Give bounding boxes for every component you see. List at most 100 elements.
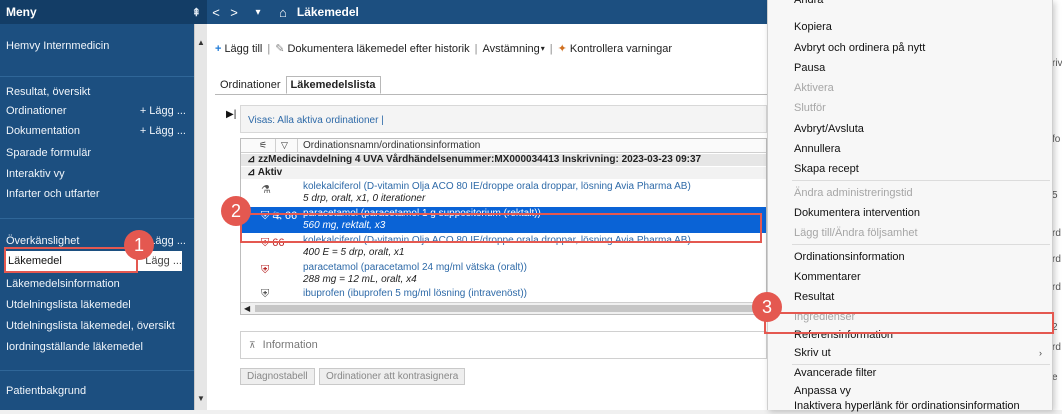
truncated-text: rd — [1052, 254, 1061, 265]
menu-item-skapa-recept[interactable]: Skapa recept — [794, 161, 859, 177]
document-history-button[interactable]: Dokumentera läkemedel efter historik — [287, 43, 469, 55]
sidebar-item-iordningstallande[interactable]: Iordningställande läkemedel — [6, 337, 186, 357]
column-icon-header[interactable]: ⚟ — [259, 140, 267, 151]
menu-item-kopiera[interactable]: Kopiera — [794, 19, 832, 35]
menu-item-avbryt-ordinera[interactable]: Avbryt och ordinera på nytt — [794, 40, 925, 56]
scroll-up-icon[interactable]: ▲ — [195, 36, 207, 50]
page-title: Läkemedel — [296, 5, 359, 19]
sidebar-item-label: Resultat, översikt — [6, 86, 91, 98]
collapse-icon[interactable]: ⊼ — [249, 340, 256, 350]
divider: | — [267, 42, 271, 55]
medication-icon: ⛨ — [261, 288, 270, 300]
chevron-down-icon[interactable]: ▾ — [541, 44, 545, 53]
filter-bar[interactable]: Visas: Alla aktiva ordinationer | — [240, 105, 767, 133]
home-icon[interactable]: ⌂ — [279, 5, 287, 20]
scroll-down-icon[interactable]: ▼ — [195, 392, 207, 406]
encounter-group-row[interactable]: ⊿ zzMedicinavdelning 4 UVA Vårdhändelsen… — [241, 154, 766, 166]
menu-item-dokumentera-intervention[interactable]: Dokumentera intervention — [794, 205, 920, 221]
diagnosis-table-button[interactable]: Diagnostabell — [240, 368, 315, 385]
menu-item-anpassa-vy[interactable]: Anpassa vy — [794, 383, 851, 399]
sidebar-item-resultat[interactable]: Resultat, översikt — [6, 82, 186, 102]
scroll-left-icon[interactable]: ◀ — [244, 304, 250, 313]
menu-item-slutfor[interactable]: Slutför — [794, 100, 826, 116]
table-row[interactable]: ⛨ paracetamol (paracetamol 24 mg/ml väts… — [241, 261, 766, 287]
menu-item-label: Skriv ut — [794, 347, 831, 359]
chevron-right-icon: › — [1039, 348, 1042, 358]
column-header-name[interactable]: Ordinationsnamn/ordinationsinformation — [303, 140, 480, 151]
table-row[interactable]: ⛨ ibuprofen (ibuprofen 5 mg/ml lösning (… — [241, 287, 766, 301]
filter-text: Visas: Alla aktiva ordinationer | — [248, 115, 384, 126]
add-order-link[interactable]: + Lägg ... — [140, 101, 186, 121]
filter-icon[interactable]: ▽ — [281, 140, 288, 151]
add-documentation-link[interactable]: + Lägg ... — [140, 121, 186, 141]
medication-icon: ⚗ — [261, 184, 271, 196]
check-warnings-button[interactable]: Kontrollera varningar — [570, 43, 672, 55]
scrollbar-thumb[interactable] — [255, 305, 755, 312]
sidebar-item-label: Hemvy Internmedicin — [6, 40, 110, 52]
menu-item-pausa[interactable]: Pausa — [794, 60, 825, 76]
tab-divider — [215, 94, 767, 95]
highlight-box-referensinformation — [764, 312, 1054, 334]
chevron-down-icon[interactable]: ▾ — [249, 7, 267, 18]
truncated-text: rd — [1052, 282, 1061, 293]
sidebar-item-label: Patientbakgrund — [6, 385, 87, 397]
menu-item-andra-administreringstid[interactable]: Ändra administreringstid — [794, 185, 913, 201]
order-details: 5 drp, oralt, x1, 0 iterationer — [303, 193, 426, 204]
sidebar-item-ordinationer[interactable]: Ordinationer + Lägg ... — [6, 101, 186, 121]
pin-icon[interactable]: ⇞ — [192, 6, 201, 19]
toolbar: + Lägg till | ✎ Dokumentera läkemedel ef… — [215, 42, 672, 56]
tab-ordinationer[interactable]: Ordinationer — [215, 76, 286, 94]
reconcile-button[interactable]: Avstämning — [483, 43, 540, 55]
menu-item-inaktivera-hyperlank[interactable]: Inaktivera hyperlänk för ordinationsinfo… — [794, 398, 1020, 414]
sidebar-header: Meny ⇞ — [0, 0, 207, 24]
menu-item-avbryt-avsluta[interactable]: Avbryt/Avsluta — [794, 121, 864, 137]
cosign-orders-button[interactable]: Ordinationer att kontrasignera — [319, 368, 466, 385]
order-name-link[interactable]: paracetamol (paracetamol 24 mg/ml vätska… — [303, 262, 527, 273]
sidebar-item-infarter[interactable]: Infarter och utfarter — [6, 184, 186, 204]
information-panel[interactable]: ⊼ Information — [240, 331, 767, 359]
sidebar-item-dokumentation[interactable]: Dokumentation + Lägg ... — [6, 121, 186, 141]
sidebar-item-utdelningslista[interactable]: Utdelningslista läkemedel — [6, 295, 186, 315]
order-details: 400 E = 5 drp, oralt, x1 — [303, 247, 405, 258]
sidebar-item-sparade-formular[interactable]: Sparade formulär — [6, 143, 186, 163]
menu-item-resultat[interactable]: Resultat — [794, 289, 834, 305]
menu-item-aktivera[interactable]: Aktivera — [794, 80, 834, 96]
order-name-link[interactable]: ibuprofen (ibuprofen 5 mg/ml lösning (in… — [303, 288, 527, 299]
sidebar-item-hemvy[interactable]: Hemvy Internmedicin — [6, 36, 186, 56]
sidebar: Meny ⇞ Hemvy Internmedicin Resultat, öve… — [0, 0, 207, 410]
divider: | — [549, 42, 553, 55]
callout-badge-3: 3 — [752, 292, 782, 322]
sidebar-item-label: Utdelningslista läkemedel — [6, 299, 131, 311]
menu-item-annullera[interactable]: Annullera — [794, 141, 840, 157]
table-row[interactable]: ⚗ kolekalciferol (D-vitamin Olja ACO 80 … — [241, 180, 766, 206]
sidebar-title: Meny — [6, 5, 37, 19]
sidebar-item-label: Läkemedelsinformation — [6, 278, 120, 290]
menu-item-foljsamhet[interactable]: Lägg till/Ändra följsamhet — [794, 225, 918, 241]
horizontal-scrollbar[interactable]: ◀ — [241, 302, 766, 314]
divider — [0, 76, 194, 77]
sidebar-item-label: Infarter och utfarter — [6, 188, 100, 200]
expand-filter-icon[interactable]: ▶| — [226, 109, 236, 120]
grid-header: ⚟ ▽ Ordinationsnamn/ordinationsinformati… — [241, 139, 766, 153]
menu-item-avancerade-filter[interactable]: Avancerade filter — [794, 365, 876, 381]
order-name-link[interactable]: kolekalciferol (D-vitamin Olja ACO 80 IE… — [303, 181, 691, 192]
menu-item-kommentarer[interactable]: Kommentarer — [794, 269, 861, 285]
plus-icon: + — [215, 42, 222, 55]
information-label: Information — [262, 339, 318, 351]
menu-item-skriv-ut[interactable]: Skriv ut › — [794, 345, 1050, 361]
active-group-row[interactable]: ⊿ Aktiv — [241, 167, 766, 179]
sidebar-item-patientbakgrund[interactable]: Patientbakgrund — [6, 381, 186, 401]
sidebar-item-lakemedelsinformation[interactable]: Läkemedelsinformation — [6, 274, 186, 294]
truncated-text: rd — [1052, 228, 1061, 239]
back-icon[interactable]: < — [207, 5, 225, 20]
sidebar-scrollbar[interactable]: ▲ ▼ — [194, 24, 207, 410]
add-allergy-link[interactable]: Lägg ... — [149, 231, 186, 251]
sidebar-item-interaktiv-vy[interactable]: Interaktiv vy — [6, 164, 186, 184]
tab-lakemedelslista[interactable]: Läkemedelslista — [285, 76, 381, 94]
order-details: 288 mg = 12 mL, oralt, x4 — [303, 274, 417, 285]
menu-item-andra[interactable]: Ändra — [794, 0, 823, 8]
forward-icon[interactable]: > — [225, 5, 243, 20]
menu-item-ordinationsinformation[interactable]: Ordinationsinformation — [794, 249, 905, 265]
sidebar-item-utdelningslista-oversikt[interactable]: Utdelningslista läkemedel, översikt — [6, 316, 186, 336]
add-button[interactable]: Lägg till — [224, 43, 262, 55]
